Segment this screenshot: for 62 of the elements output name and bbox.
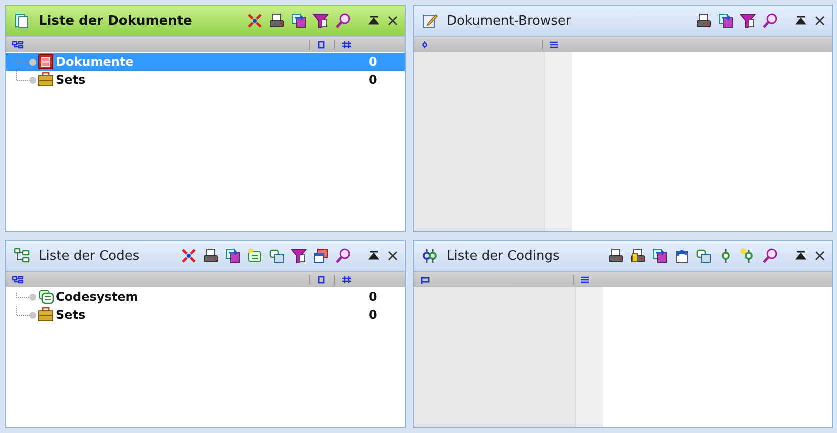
panel-title: Liste der Codings (447, 248, 560, 264)
tree-label: Codesystem (56, 290, 140, 304)
export-icon[interactable] (652, 248, 668, 264)
edit-icon (422, 13, 438, 29)
pin-icon[interactable] (795, 250, 807, 262)
code-icon[interactable] (269, 248, 285, 264)
tree-label: Sets (56, 73, 87, 87)
count: 0 (369, 55, 378, 69)
new-code-icon[interactable] (247, 248, 263, 264)
lines-icon[interactable] (580, 276, 592, 284)
close-icon[interactable] (814, 15, 826, 27)
filter-icon[interactable] (740, 13, 756, 29)
pin-icon[interactable] (795, 15, 807, 27)
count: 0 (369, 73, 378, 87)
scatter-icon[interactable] (247, 13, 263, 29)
scatter-icon[interactable] (181, 248, 197, 264)
panel-title: Liste der Dokumente (39, 14, 192, 28)
window-icon[interactable] (313, 248, 329, 264)
printer-icon[interactable] (608, 248, 624, 264)
lines-icon[interactable] (549, 40, 561, 48)
filter-icon[interactable] (291, 248, 307, 264)
panel-title: Liste der Codes (39, 248, 140, 264)
search-icon[interactable] (335, 248, 351, 264)
code-list-icon (38, 289, 54, 305)
pin-icon[interactable] (368, 15, 380, 27)
search-icon[interactable] (762, 13, 778, 29)
count: 0 (369, 290, 378, 304)
panel-title: Dokument-Browser (447, 14, 572, 28)
pin-icon[interactable] (368, 250, 380, 262)
export-icon[interactable] (718, 13, 734, 29)
filter-icon[interactable] (313, 13, 329, 29)
briefcase-icon (38, 72, 54, 88)
coding-icon (422, 248, 438, 264)
printer-icon[interactable] (696, 13, 712, 29)
close-icon[interactable] (387, 250, 399, 262)
tree-row[interactable]: Sets 0 (6, 71, 405, 89)
tree-label: Dokumente (56, 55, 135, 69)
hash-icon[interactable] (341, 40, 353, 48)
printer-icon[interactable] (269, 13, 285, 29)
tree-label: Sets (56, 308, 87, 322)
briefcase-icon (38, 307, 54, 323)
code-icon[interactable] (696, 248, 712, 264)
export-icon[interactable] (225, 248, 241, 264)
printer-icon[interactable] (203, 248, 219, 264)
search-icon[interactable] (335, 13, 351, 29)
tree-row[interactable]: Codesystem 0 (6, 288, 405, 306)
code-tree-icon (14, 248, 30, 264)
tree-icon[interactable] (12, 40, 24, 48)
export-icon[interactable] (291, 13, 307, 29)
printer-icon[interactable] (630, 248, 646, 264)
tree-icon[interactable] (12, 276, 24, 284)
documents-icon (14, 13, 30, 29)
count: 0 (369, 308, 378, 322)
close-icon[interactable] (387, 15, 399, 27)
hash-icon[interactable] (341, 276, 353, 284)
tree-row[interactable]: Sets 0 (6, 306, 405, 324)
flag-icon[interactable] (420, 276, 432, 284)
cabinet-icon (38, 54, 54, 70)
new-coding-icon[interactable] (740, 248, 756, 264)
close-icon[interactable] (814, 250, 826, 262)
refresh-icon[interactable] (674, 248, 690, 264)
search-icon[interactable] (762, 248, 778, 264)
